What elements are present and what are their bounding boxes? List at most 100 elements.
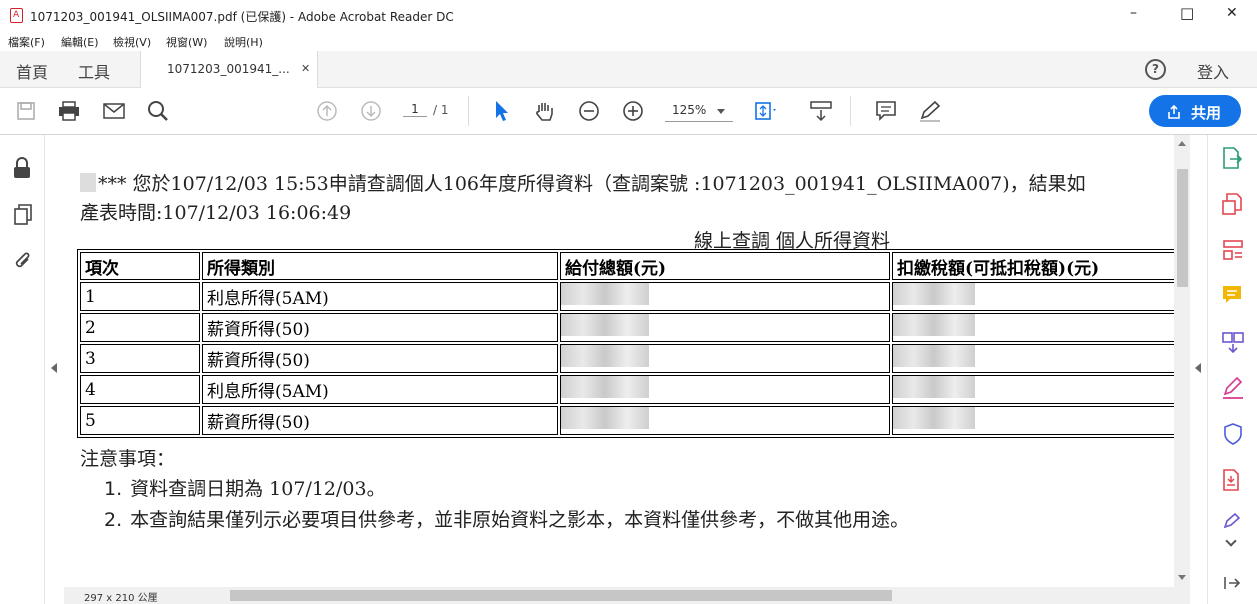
fit-page-icon[interactable] <box>752 97 780 125</box>
table-row: 2 薪資所得(50) <box>80 313 1174 342</box>
fill-sign-icon[interactable] <box>1222 376 1244 403</box>
header-total-payment: 給付總額(元) <box>560 252 890 280</box>
menu-bar: 檔案(F) 編輯(E) 檢視(V) 視窗(W) 說明(H) <box>0 31 1257 51</box>
toolbar-divider <box>468 96 469 126</box>
pages-thumbnail-icon[interactable] <box>13 204 33 230</box>
share-label: 共用 <box>1191 104 1222 122</box>
scroll-up-icon[interactable] <box>1178 141 1186 146</box>
menu-edit[interactable]: 編輯(E) <box>61 34 99 50</box>
redacted-payment <box>560 375 890 404</box>
compress-pdf-icon[interactable] <box>1222 469 1242 495</box>
menu-window[interactable]: 視窗(W) <box>166 34 207 50</box>
redacted-tax <box>892 406 1174 435</box>
row-type: 薪資所得(50) <box>202 344 558 373</box>
share-button[interactable]: 共用 <box>1149 95 1241 127</box>
combine-files-icon[interactable] <box>1222 331 1244 357</box>
table-row: 5 薪資所得(50) <box>80 406 1174 435</box>
row-no: 3 <box>80 344 200 373</box>
tab-tools[interactable]: 工具 <box>78 59 110 83</box>
document-view: *** 您於107/12/03 15:53申請查調個人106年度所得資料（查調案… <box>45 135 1195 604</box>
row-no: 2 <box>80 313 200 342</box>
sign-in-button[interactable]: 登入 <box>1197 59 1229 83</box>
table-row: 1 利息所得(5AM) <box>80 282 1174 311</box>
print-icon[interactable] <box>55 97 83 125</box>
collapse-right-panel-handle[interactable] <box>1190 135 1207 604</box>
status-bar: 297 x 210 公厘 <box>64 587 1195 604</box>
row-type: 利息所得(5AM) <box>202 282 558 311</box>
next-page-icon[interactable] <box>357 97 385 125</box>
tab-home[interactable]: 首頁 <box>16 59 48 83</box>
select-tool-icon[interactable] <box>488 97 516 125</box>
row-type: 利息所得(5AM) <box>202 375 558 404</box>
menu-help[interactable]: 說明(H) <box>224 34 263 50</box>
save-icon[interactable] <box>12 97 40 125</box>
email-icon[interactable] <box>100 97 128 125</box>
chevron-left-icon <box>1195 363 1201 373</box>
collapse-left-panel-handle[interactable] <box>45 135 64 604</box>
scroll-mode-icon[interactable] <box>807 97 835 125</box>
zoom-in-icon[interactable] <box>619 97 647 125</box>
table-row: 4 利息所得(5AM) <box>80 375 1174 404</box>
redacted-payment <box>560 282 890 311</box>
maximize-button[interactable]: □ <box>1180 4 1194 22</box>
toolbar: 1 / 1 125% 共用 <box>0 88 1257 135</box>
zoom-select[interactable]: 125% <box>665 100 733 122</box>
redacted-tax <box>892 344 1174 373</box>
comment-icon[interactable] <box>872 97 900 125</box>
lock-icon[interactable] <box>13 157 31 183</box>
tab-close-icon[interactable]: ✕ <box>301 62 310 75</box>
pdf-app-icon: A <box>10 8 23 23</box>
attachment-icon[interactable] <box>13 250 33 276</box>
search-icon[interactable] <box>144 97 172 125</box>
menu-file[interactable]: 檔案(F) <box>8 34 45 50</box>
minimize-button[interactable]: – <box>1130 5 1137 21</box>
note-item: 2. 本查詢結果僅列示必要項目供參考，並非原始資料之影本，本資料僅供參考，不做其他… <box>104 505 909 532</box>
page-number-input[interactable]: 1 <box>403 102 427 117</box>
close-window-button[interactable]: ✕ <box>1226 5 1238 21</box>
edit-pdf-icon[interactable] <box>1222 239 1244 265</box>
create-pdf-icon[interactable] <box>1222 193 1242 219</box>
right-tools-panel <box>1207 135 1257 604</box>
notes-title: 注意事項： <box>80 448 176 470</box>
chevron-left-icon <box>51 363 57 373</box>
pdf-page: *** 您於107/12/03 15:53申請查調個人106年度所得資料（查調案… <box>64 135 1174 587</box>
menu-view[interactable]: 檢視(V) <box>113 34 151 50</box>
redacted-payment <box>560 313 890 342</box>
help-icon[interactable]: ? <box>1145 59 1166 80</box>
vertical-scroll-thumb[interactable] <box>1177 169 1188 287</box>
redacted-tax <box>892 375 1174 404</box>
vertical-scrollbar[interactable] <box>1174 135 1191 587</box>
note-number: 1. <box>104 478 123 500</box>
redacted-tax <box>892 313 1174 342</box>
chevron-down-icon <box>717 109 725 114</box>
toolbar-divider <box>850 96 851 126</box>
scroll-down-icon[interactable] <box>1178 575 1186 580</box>
scroll-tools-down-icon[interactable] <box>1225 535 1237 547</box>
redacted-name-block <box>80 173 96 192</box>
request-text: *** 您於107/12/03 15:53申請查調個人106年度所得資料（查調案… <box>98 173 1086 195</box>
horizontal-scroll-thumb[interactable] <box>230 590 892 601</box>
zoom-value: 125% <box>672 103 707 117</box>
header-item-no: 項次 <box>80 252 200 280</box>
more-tools-icon[interactable] <box>1222 512 1244 533</box>
previous-page-icon[interactable] <box>313 97 341 125</box>
tab-document-label: 1071203_001941_... <box>167 62 290 76</box>
redacted-payment <box>560 406 890 435</box>
comment-tool-icon[interactable] <box>1222 285 1242 311</box>
note-number: 2. <box>104 509 123 531</box>
tab-document[interactable]: 1071203_001941_... ✕ <box>140 51 318 88</box>
note-text: 本查詢結果僅列示必要項目供參考，並非原始資料之影本，本資料僅供參考，不做其他用途… <box>130 509 910 531</box>
hand-tool-icon[interactable] <box>531 97 559 125</box>
sign-pen-icon[interactable] <box>916 97 944 125</box>
zoom-out-icon[interactable] <box>575 97 603 125</box>
export-pdf-icon[interactable] <box>1222 147 1243 173</box>
table-header-row: 項次 所得類別 給付總額(元) 扣繳稅額(可抵扣稅額)(元) <box>80 252 1174 280</box>
header-withholding-tax: 扣繳稅額(可抵扣稅額)(元) <box>892 252 1174 280</box>
header-income-type: 所得類別 <box>202 252 558 280</box>
protect-icon[interactable] <box>1223 423 1243 449</box>
collapse-tools-icon[interactable] <box>1223 575 1241 595</box>
income-table: 項次 所得類別 給付總額(元) 扣繳稅額(可抵扣稅額)(元) 1 利息所得(5A… <box>77 249 1174 438</box>
row-no: 5 <box>80 406 200 435</box>
tab-bar: 首頁 工具 1071203_001941_... ✕ ? 登入 <box>0 51 1257 88</box>
share-icon <box>1167 104 1181 123</box>
